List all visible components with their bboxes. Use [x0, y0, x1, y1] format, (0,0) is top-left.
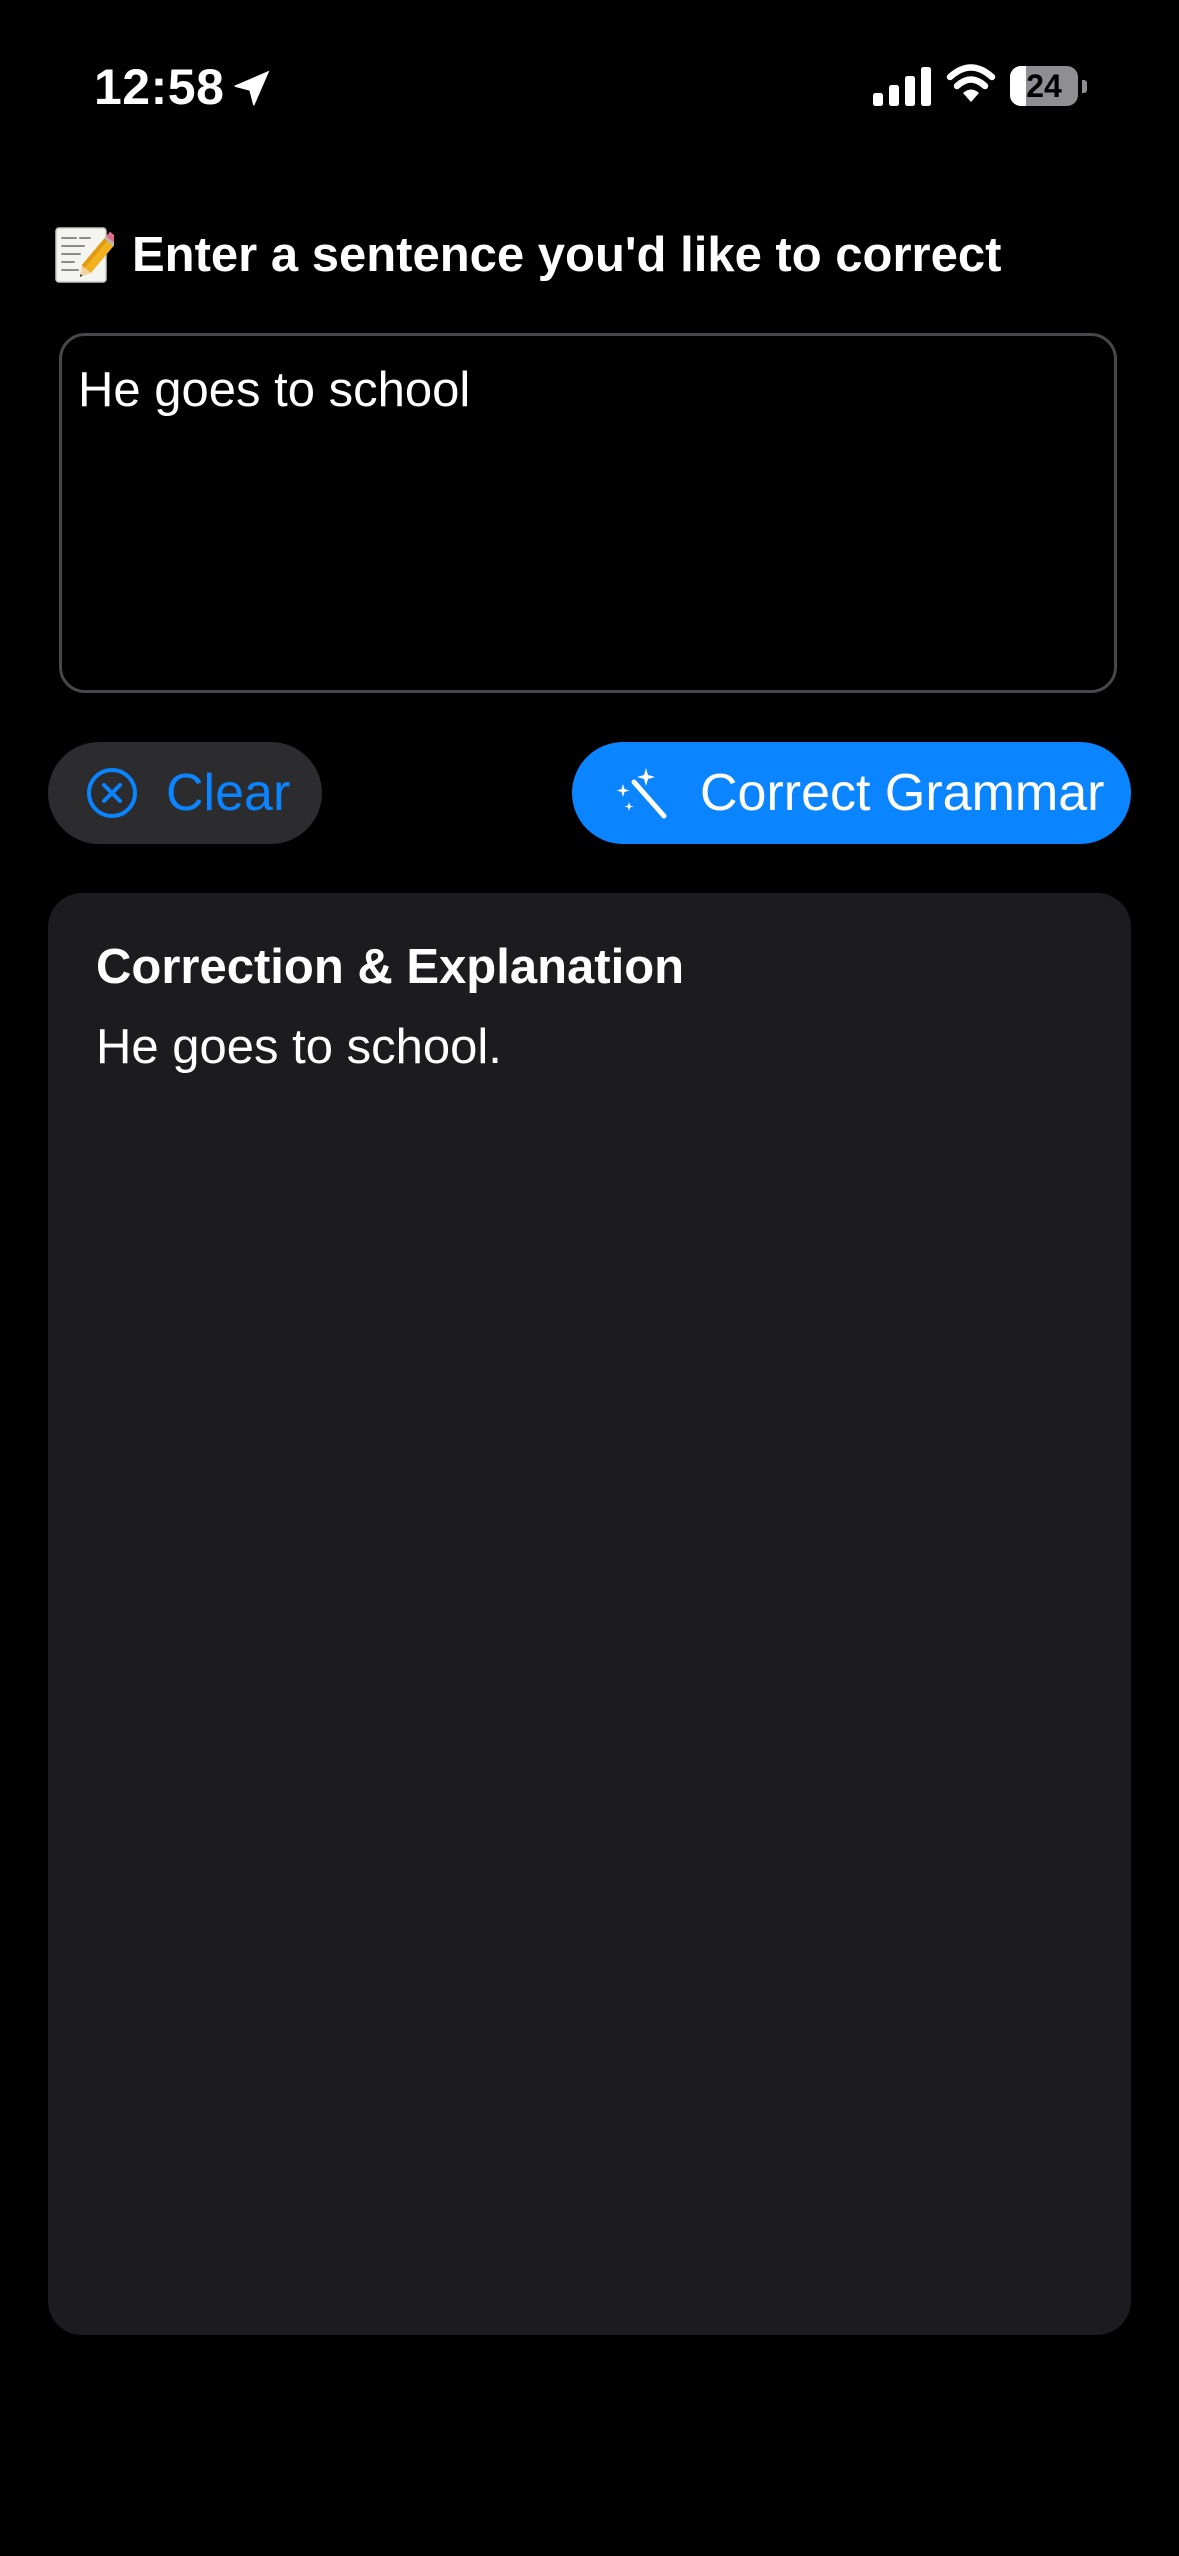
- correct-grammar-button[interactable]: Correct Grammar: [572, 742, 1131, 844]
- prompt-heading: Enter a sentence you'd like to correct: [52, 220, 1001, 290]
- correct-grammar-label: Correct Grammar: [700, 764, 1105, 822]
- result-title: Correction & Explanation: [96, 940, 685, 994]
- battery-nub: [1082, 80, 1087, 93]
- location-arrow-icon: [234, 70, 270, 106]
- battery-percent: 24: [1026, 68, 1062, 104]
- status-bar: 12:58 24: [0, 0, 1179, 175]
- cellular-signal-icon: [873, 67, 931, 106]
- sentence-input-value: He goes to school: [78, 363, 471, 417]
- sentence-input[interactable]: He goes to school: [59, 333, 1117, 693]
- clear-button-label: Clear: [166, 764, 291, 822]
- wifi-icon: [946, 64, 996, 102]
- result-card: Correction & Explanation He goes to scho…: [48, 893, 1131, 2335]
- magic-wand-icon: [616, 768, 667, 819]
- battery-body: 24: [1010, 66, 1078, 106]
- circle-x-icon: [87, 768, 137, 818]
- prompt-text: Enter a sentence you'd like to correct: [132, 228, 1002, 282]
- clear-button[interactable]: Clear: [48, 742, 322, 844]
- status-time: 12:58: [94, 59, 225, 115]
- battery-indicator: 24: [1010, 66, 1087, 106]
- memo-icon: [55, 227, 114, 283]
- corrected-sentence: He goes to school.: [96, 1020, 502, 1074]
